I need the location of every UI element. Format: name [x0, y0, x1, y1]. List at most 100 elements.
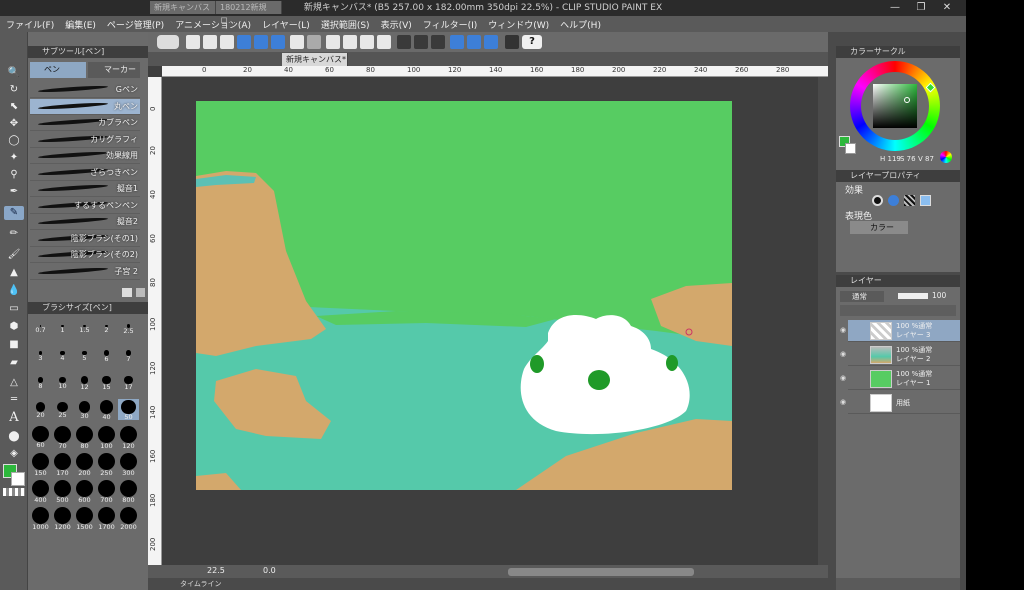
clear-outside-icon[interactable]: [343, 35, 357, 49]
menu-edit[interactable]: 編集(E): [65, 18, 96, 31]
brush-size-cell[interactable]: 2.5: [118, 318, 139, 339]
brush-size-cell[interactable]: 12: [74, 372, 95, 393]
brush-size-cell[interactable]: 2000: [118, 507, 139, 531]
snap-special-icon[interactable]: [467, 35, 481, 49]
brush-size-cell[interactable]: 10: [52, 372, 73, 393]
maximize-button[interactable]: ❐: [910, 1, 932, 15]
menu-view[interactable]: 表示(V): [381, 18, 412, 31]
layer-color-icon[interactable]: [920, 195, 931, 206]
brush-item[interactable]: 陰影ブラシ(その2): [30, 247, 140, 263]
close-button[interactable]: ✕: [936, 1, 958, 15]
brush-size-cell[interactable]: 6: [96, 345, 117, 366]
gradient-icon[interactable]: ■: [4, 338, 24, 352]
color-mode-icon[interactable]: [940, 151, 952, 163]
tone-effect-icon[interactable]: [888, 195, 899, 206]
border-effect-icon[interactable]: [872, 195, 883, 206]
brush-item[interactable]: 擬音1: [30, 181, 140, 197]
brush-item[interactable]: 子宮 2: [30, 264, 140, 280]
brush-item[interactable]: カリグラフィ: [30, 132, 140, 148]
brush-size-cell[interactable]: 170: [52, 453, 73, 477]
brush-size-cell[interactable]: 250: [96, 453, 117, 477]
brush-size-cell[interactable]: 70: [52, 426, 73, 450]
open-file-icon[interactable]: [203, 35, 217, 49]
menu-filter[interactable]: フィルター(I): [423, 18, 478, 31]
brush-size-cell[interactable]: 1000: [30, 507, 51, 531]
menu-animation[interactable]: アニメーション(A): [175, 18, 251, 31]
snap-grid-icon[interactable]: [484, 35, 498, 49]
brush-size-cell[interactable]: 400: [30, 480, 51, 504]
selection-tool-icon[interactable]: ◯: [4, 134, 24, 148]
brush-size-cell[interactable]: 17: [118, 372, 139, 393]
visibility-eye-icon[interactable]: ◉: [840, 350, 848, 358]
help-icon[interactable]: ?: [522, 35, 542, 49]
brush-size-cell[interactable]: 50: [118, 399, 139, 421]
tab-document-1[interactable]: 新規キャンバス: [150, 1, 216, 14]
clear-icon[interactable]: [326, 35, 340, 49]
brush-item[interactable]: Gペン: [30, 82, 140, 98]
show-selection-icon[interactable]: [431, 35, 445, 49]
menu-window[interactable]: ウィンドウ(W): [488, 18, 549, 31]
layer-row[interactable]: ◉ 100 %通常 レイヤー 1: [840, 368, 960, 390]
opacity-slider[interactable]: [898, 293, 928, 299]
clip-studio-icon[interactable]: [157, 35, 179, 49]
save-icon[interactable]: [220, 35, 234, 49]
brush-size-cell[interactable]: 20: [30, 399, 51, 420]
subtool-settings-icon[interactable]: [122, 288, 132, 297]
pencil-tool-icon[interactable]: ✏: [4, 227, 24, 241]
brush-size-cell[interactable]: 1500: [74, 507, 95, 531]
brush-item[interactable]: ざらつきペン: [30, 165, 140, 181]
export-icon[interactable]: [254, 35, 268, 49]
eyedropper-icon[interactable]: ⚲: [4, 168, 24, 182]
minimize-button[interactable]: —: [884, 1, 906, 15]
brush-size-cell[interactable]: 1700: [96, 507, 117, 531]
menu-select[interactable]: 選択範囲(S): [321, 18, 370, 31]
tab-pen[interactable]: ペン: [30, 62, 86, 78]
brush-size-cell[interactable]: 15: [96, 372, 117, 393]
brush-item[interactable]: するするペンペン: [30, 198, 140, 214]
brush-size-cell[interactable]: 80: [74, 426, 95, 450]
layer-row[interactable]: ◉ 用紙: [840, 392, 960, 414]
brush-size-cell[interactable]: 1.5: [74, 318, 95, 339]
export-layer-icon[interactable]: [271, 35, 285, 49]
figure-tool-icon[interactable]: ▰: [4, 356, 24, 370]
brush-size-cell[interactable]: 200: [74, 453, 95, 477]
visibility-eye-icon[interactable]: ◉: [840, 374, 848, 382]
brush-size-cell[interactable]: 150: [30, 453, 51, 477]
fill-icon[interactable]: [360, 35, 374, 49]
layer-row[interactable]: ◉ 100 %通常 レイヤー 3: [840, 320, 960, 342]
color-sub-swatch[interactable]: [845, 143, 856, 154]
tutorial-icon[interactable]: [505, 35, 519, 49]
blend-mode-select[interactable]: 通常: [840, 291, 884, 302]
pen-tool-selected-icon[interactable]: ✎: [4, 206, 24, 220]
brush-size-cell[interactable]: 600: [74, 480, 95, 504]
menu-file[interactable]: ファイル(F): [6, 18, 54, 31]
import-icon[interactable]: [237, 35, 251, 49]
brush-size-cell[interactable]: 2: [96, 318, 117, 339]
move-tool-icon[interactable]: ↻: [4, 83, 24, 97]
operation-tool-icon[interactable]: ⬉: [4, 100, 24, 114]
opacity-value[interactable]: 100: [932, 291, 946, 300]
invert-selection-icon[interactable]: [414, 35, 428, 49]
zoom-tool-icon[interactable]: 🔍: [4, 66, 24, 80]
tab-marker[interactable]: マーカー: [88, 62, 140, 78]
halftone-icon[interactable]: [904, 195, 915, 206]
auto-select-icon[interactable]: ✦: [4, 151, 24, 165]
redo-icon[interactable]: [307, 35, 321, 49]
frame-tool-icon[interactable]: △: [4, 376, 24, 390]
brush-size-cell[interactable]: 60: [30, 426, 51, 449]
brush-size-cell[interactable]: 30: [74, 399, 95, 420]
saturation-value-square[interactable]: [873, 84, 917, 128]
brush-tool-icon[interactable]: 🖌: [4, 248, 24, 262]
brush-size-cell[interactable]: 8: [30, 372, 51, 393]
brush-item[interactable]: 丸ペン: [30, 98, 140, 115]
expression-color-select[interactable]: カラー: [850, 221, 908, 234]
brush-size-cell[interactable]: 100: [96, 426, 117, 450]
brush-size-cell[interactable]: 800: [118, 480, 139, 504]
sub-color-swatch[interactable]: [11, 472, 25, 486]
text-tool-icon[interactable]: A: [4, 411, 24, 425]
tab-document-3[interactable]: 新規キャンバス*: [282, 53, 348, 66]
timeline-label[interactable]: タイムライン: [180, 579, 222, 589]
brush-size-cell[interactable]: 4: [52, 345, 73, 366]
brush-size-cell[interactable]: 5: [74, 345, 95, 366]
snap-ruler-icon[interactable]: [450, 35, 464, 49]
